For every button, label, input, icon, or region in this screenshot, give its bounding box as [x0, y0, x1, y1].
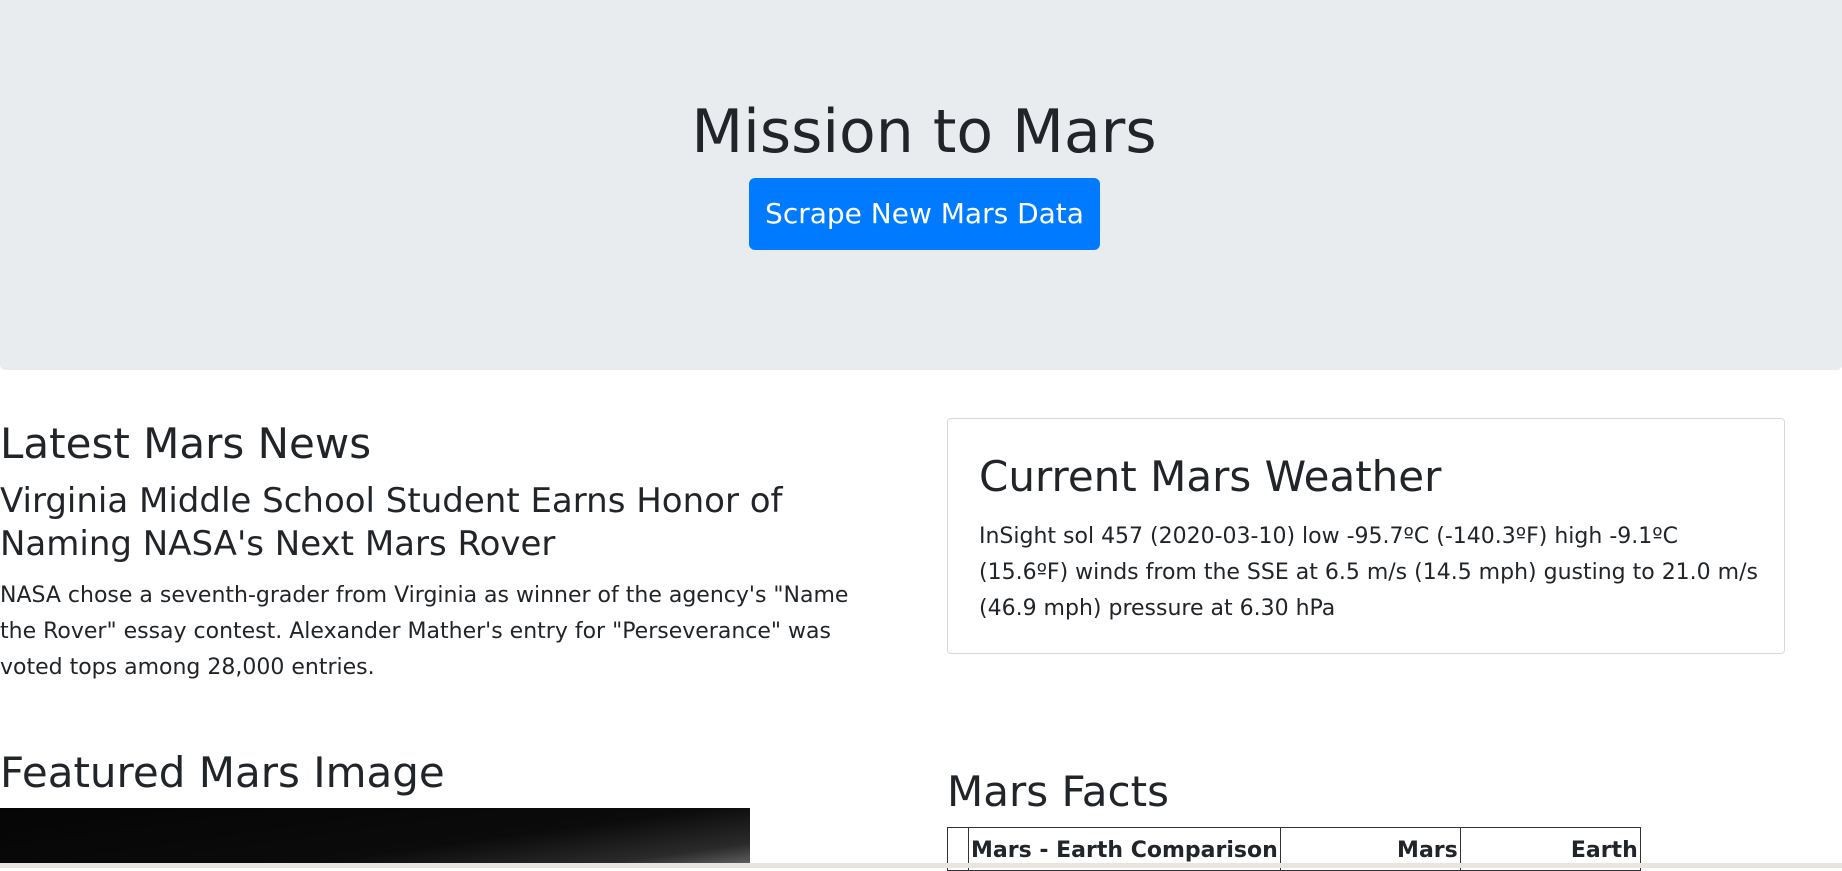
weather-card: Current Mars Weather InSight sol 457 (20… [947, 418, 1785, 654]
jumbotron-header: Mission to Mars Scrape New Mars Data [0, 0, 1842, 370]
mars-facts-heading: Mars Facts [947, 767, 1169, 816]
news-teaser: NASA chose a seventh-grader from Virgini… [0, 583, 849, 680]
featured-mars-image[interactable] [0, 808, 750, 868]
weather-heading: Current Mars Weather [979, 452, 1442, 501]
scrape-new-mars-data-button[interactable]: Scrape New Mars Data [749, 178, 1100, 250]
latest-news-heading: Latest Mars News [0, 419, 372, 468]
featured-image-heading: Featured Mars Image [0, 748, 445, 797]
page-bottom-edge [0, 863, 1842, 868]
page-title: Mission to Mars [691, 97, 1157, 167]
news-headline: Virginia Middle School Student Earns Hon… [0, 481, 783, 564]
weather-report: InSight sol 457 (2020-03-10) low -95.7ºC… [979, 524, 1758, 621]
